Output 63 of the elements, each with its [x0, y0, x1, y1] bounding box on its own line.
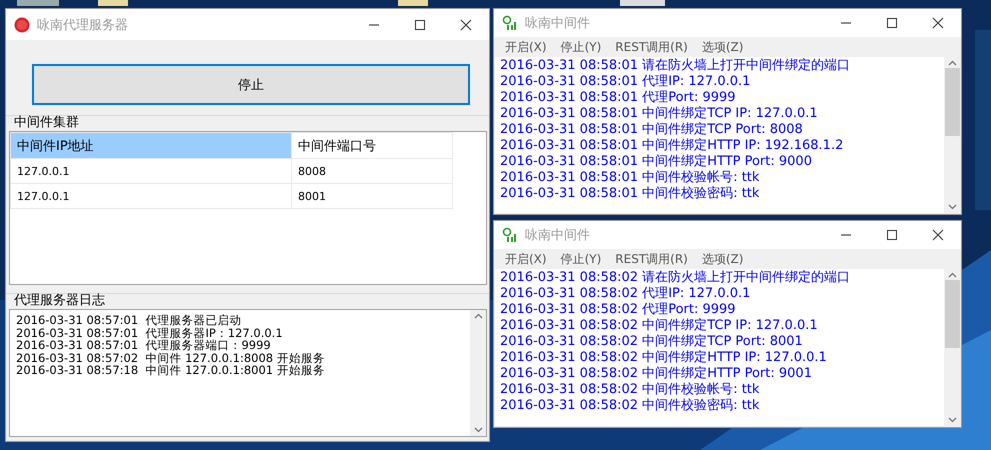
column-header[interactable]: 中间件IP地址	[10, 132, 292, 158]
log-line: 2016-03-31 08:58:01 中间件校验密码: ttk	[500, 186, 760, 201]
menu-item[interactable]: REST调用(R)	[608, 250, 695, 268]
signal-bars-icon	[502, 227, 518, 243]
log-line: 2016-03-31 08:58:01 中间件绑定HTTP Port: 9000	[500, 154, 812, 169]
log-line: 2016-03-31 08:57:18 中间件 127.0.0.1:8001 开始服务	[16, 363, 325, 378]
log-line: 2016-03-31 08:58:02 请在防火墙上打开中间件绑定的端口	[500, 270, 850, 285]
scroll-up-icon	[474, 313, 482, 319]
close-icon	[460, 18, 472, 30]
column-header[interactable]: 中间件端口号	[292, 132, 452, 158]
scrollbar[interactable]	[944, 57, 960, 213]
log-line: 2016-03-31 08:58:02 代理IP: 127.0.0.1	[500, 286, 750, 301]
close-icon	[932, 229, 944, 241]
maximize-icon	[886, 17, 898, 29]
group-label: 中间件集群	[14, 115, 79, 130]
close-icon	[932, 17, 944, 29]
window-title: 咏南中间件	[525, 15, 591, 32]
app-logo-icon	[14, 16, 30, 32]
menu-item[interactable]: 停止(Y)	[554, 250, 608, 268]
table-cell: 8001	[292, 184, 452, 208]
scroll-thumb[interactable]	[944, 68, 960, 136]
scroll-up-icon	[948, 272, 956, 278]
table-cell: 8008	[292, 158, 452, 184]
log-line: 2016-03-31 08:58:01 代理IP: 127.0.0.1	[500, 74, 750, 89]
scrollbar[interactable]	[470, 310, 486, 436]
log-line: 2016-03-31 08:58:01 中间件绑定HTTP IP: 192.168.1.2	[500, 138, 844, 153]
log-line: 2016-03-31 08:58:02 中间件校验帐号: ttk	[500, 382, 760, 397]
log-line: 2016-03-31 08:57:02 中间件 127.0.0.1:8008 开始服务	[16, 350, 325, 365]
window-title: 咏南中间件	[525, 227, 591, 244]
group-label: 代理服务器日志	[14, 293, 105, 308]
table-cell: 127.0.0.1	[10, 158, 292, 184]
scroll-down-icon	[474, 427, 482, 433]
scroll-down-icon	[948, 417, 956, 423]
log-line: 2016-03-31 08:58:02 中间件校验密码: ttk	[500, 398, 760, 413]
menu-item[interactable]: 开启(X)	[498, 250, 554, 268]
log-line: 2016-03-31 08:58:02 中间件绑定TCP IP: 127.0.0.1	[500, 318, 818, 333]
menu-item[interactable]: 开启(X)	[498, 38, 554, 56]
log-line: 2016-03-31 08:58:02 中间件绑定TCP Port: 8001	[500, 334, 803, 349]
log-line: 2016-03-31 08:58:02 代理Port: 9999	[500, 302, 736, 317]
window-title: 咏南代理服务器	[37, 16, 129, 34]
table-cell: 127.0.0.1	[10, 184, 292, 208]
log-line: 2016-03-31 08:58:02 中间件绑定HTTP IP: 127.0.0.1	[500, 350, 827, 365]
menu-item[interactable]: REST调用(R)	[608, 38, 695, 56]
log-line: 2016-03-31 08:58:01 中间件校验帐号: ttk	[500, 170, 760, 185]
log-line: 2016-03-31 08:58:01 中间件绑定TCP IP: 127.0.0.1	[500, 106, 818, 121]
log-line: 2016-03-31 08:57:01 代理服务器已启动	[16, 313, 242, 327]
stop-button[interactable]: 停止	[32, 64, 470, 105]
scroll-thumb[interactable]	[944, 280, 960, 348]
menu-item[interactable]: 停止(Y)	[554, 38, 608, 56]
menu-item[interactable]: 选项(Z)	[694, 250, 750, 268]
log-line: 2016-03-31 08:58:01 代理Port: 9999	[500, 90, 736, 105]
log-line: 2016-03-31 08:57:01 代理服务器IP：127.0.0.1	[16, 326, 283, 340]
maximize-icon	[886, 229, 898, 241]
log-line: 2016-03-31 08:58:02 中间件绑定HTTP Port: 9001	[500, 366, 812, 381]
scrollbar[interactable]	[944, 269, 960, 426]
scroll-up-icon	[948, 60, 956, 66]
log-line: 2016-03-31 08:57:01 代理服务器端口：9999	[16, 338, 271, 352]
menu-item[interactable]: 选项(Z)	[694, 38, 750, 56]
log-line: 2016-03-31 08:58:01 请在防火墙上打开中间件绑定的端口	[500, 58, 850, 73]
signal-bars-icon	[502, 15, 518, 31]
scroll-down-icon	[948, 204, 956, 210]
log-line: 2016-03-31 08:58:01 中间件绑定TCP Port: 8008	[500, 122, 803, 137]
maximize-icon	[414, 18, 426, 30]
